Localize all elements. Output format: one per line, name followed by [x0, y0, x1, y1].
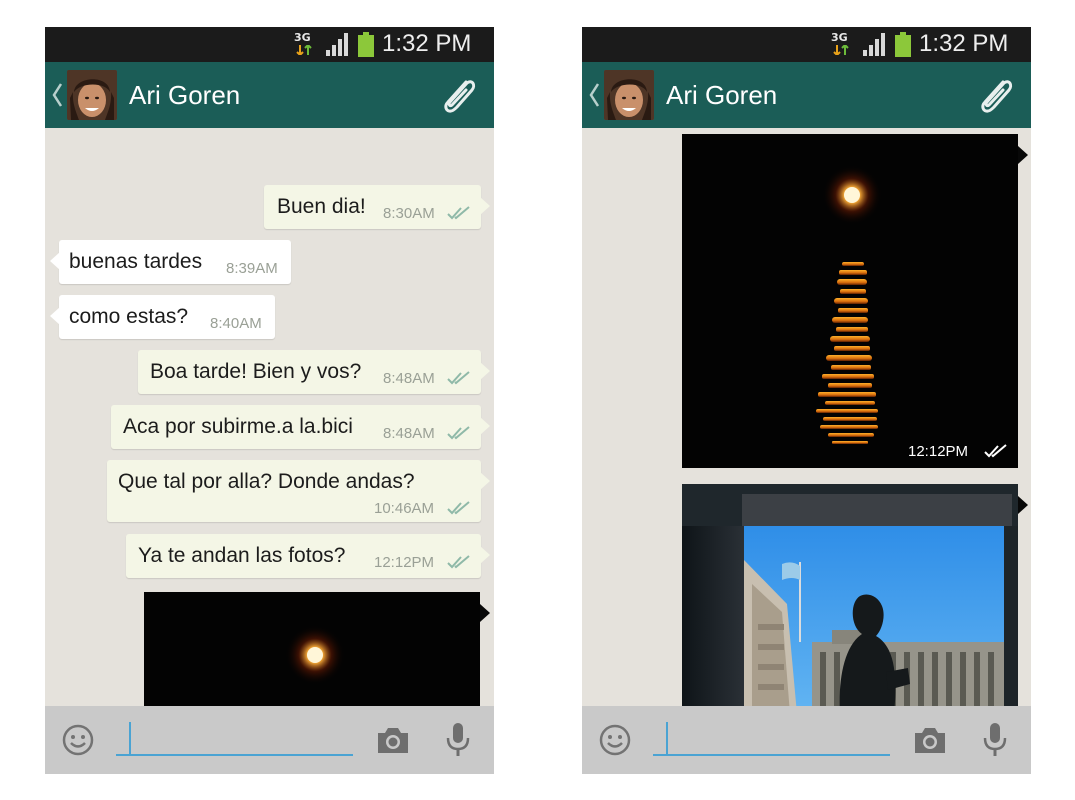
- status-bar: 3G 1:32 PM: [45, 27, 494, 62]
- double-check-icon: [447, 501, 470, 515]
- message-bubble-outgoing[interactable]: Que tal por alla? Donde andas? 10:46AM: [107, 460, 490, 522]
- avatar[interactable]: [604, 70, 654, 120]
- paperclip-icon[interactable]: [973, 74, 1017, 118]
- message-time: 8:39AM: [226, 260, 278, 277]
- data-arrows-icon: [833, 45, 849, 55]
- message-text: buenas tardes: [69, 250, 203, 273]
- conversation-header: Ari Goren: [582, 62, 1031, 128]
- contact-photo: [604, 70, 654, 120]
- microphone-icon[interactable]: [982, 722, 1008, 758]
- phone-screen-left: 3G 1:32 PM Ari Goren Buen dia! 8:30AM bu…: [45, 27, 494, 774]
- message-bubble-incoming[interactable]: como estas? 8:40AM: [50, 295, 275, 339]
- message-list[interactable]: 12:12PM: [582, 128, 1031, 706]
- paperclip-icon[interactable]: [436, 74, 480, 118]
- message-bubble-incoming[interactable]: buenas tardes 8:39AM: [50, 240, 291, 284]
- avatar[interactable]: [67, 70, 117, 120]
- photo-message[interactable]: [144, 592, 480, 706]
- message-text: Boa tarde! Bien y vos?: [150, 360, 362, 383]
- camera-icon[interactable]: [913, 725, 947, 755]
- signal-strength-icon: [326, 33, 348, 56]
- message-composer: [582, 706, 1031, 774]
- moon-over-water-photo: [682, 134, 1018, 468]
- microphone-icon[interactable]: [445, 722, 471, 758]
- signal-strength-icon: [863, 33, 885, 56]
- message-time: 8:30AM: [383, 205, 435, 222]
- photo-time: 12:12PM: [908, 443, 969, 460]
- message-time: 10:46AM: [374, 500, 435, 517]
- photo-bubble-tail: [480, 604, 490, 622]
- photo-message[interactable]: [682, 484, 1018, 706]
- message-list[interactable]: Buen dia! 8:30AM buenas tardes 8:39AM co…: [45, 128, 494, 706]
- message-bubble-outgoing[interactable]: Ya te andan las fotos? 12:12PM: [126, 534, 490, 578]
- message-time: 8:48AM: [383, 370, 435, 387]
- contact-photo: [67, 70, 117, 120]
- double-check-icon: [447, 426, 470, 440]
- contact-name[interactable]: Ari Goren: [666, 79, 777, 111]
- message-text: Buen dia!: [277, 195, 366, 218]
- message-composer: [45, 706, 494, 774]
- network-type: 3G: [294, 31, 311, 44]
- conversation-header: Ari Goren: [45, 62, 494, 128]
- message-bubble-outgoing[interactable]: Buen dia! 8:30AM: [264, 185, 490, 229]
- double-check-icon: [984, 444, 1007, 458]
- message-text: Aca por subirme.a la.bici: [123, 415, 353, 438]
- battery-icon: [358, 32, 374, 57]
- message-bubble-outgoing[interactable]: Boa tarde! Bien y vos? 8:48AM: [138, 350, 490, 394]
- photo-bubble-tail: [1018, 496, 1028, 514]
- battery-icon: [895, 32, 911, 57]
- double-check-icon: [447, 371, 470, 385]
- status-time: 1:32 PM: [382, 30, 472, 57]
- silhouette-photo: [682, 484, 1018, 706]
- text-cursor: [666, 722, 668, 754]
- photo-message[interactable]: 12:12PM: [682, 134, 1018, 468]
- data-arrows-icon: [296, 45, 312, 55]
- camera-icon[interactable]: [376, 725, 410, 755]
- photo-bubble-tail: [1018, 146, 1028, 164]
- message-time: 8:40AM: [210, 315, 262, 332]
- chevron-left-icon[interactable]: [51, 82, 63, 108]
- message-input[interactable]: [653, 718, 890, 756]
- message-input[interactable]: [116, 718, 353, 756]
- smiley-icon[interactable]: [599, 724, 631, 756]
- network-indicator: 3G: [294, 31, 314, 57]
- double-check-icon: [447, 555, 470, 569]
- status-bar: 3G 1:32 PM: [582, 27, 1031, 62]
- message-time: 12:12PM: [374, 554, 435, 571]
- double-check-icon: [447, 206, 470, 220]
- text-cursor: [129, 722, 131, 754]
- contact-name[interactable]: Ari Goren: [129, 79, 240, 111]
- message-time: 8:48AM: [383, 425, 435, 442]
- message-bubble-outgoing[interactable]: Aca por subirme.a la.bici 8:48AM: [111, 405, 490, 449]
- message-text: Ya te andan las fotos?: [138, 544, 346, 567]
- moon-photo: [144, 592, 480, 706]
- message-text: Que tal por alla? Donde andas?: [118, 470, 415, 493]
- smiley-icon[interactable]: [62, 724, 94, 756]
- status-time: 1:32 PM: [919, 30, 1009, 57]
- network-indicator: 3G: [831, 31, 851, 57]
- chevron-left-icon[interactable]: [588, 82, 600, 108]
- phone-screen-right: 3G 1:32 PM Ari Goren 12:12PM: [582, 27, 1031, 774]
- network-type: 3G: [831, 31, 848, 44]
- message-text: como estas?: [69, 305, 189, 328]
